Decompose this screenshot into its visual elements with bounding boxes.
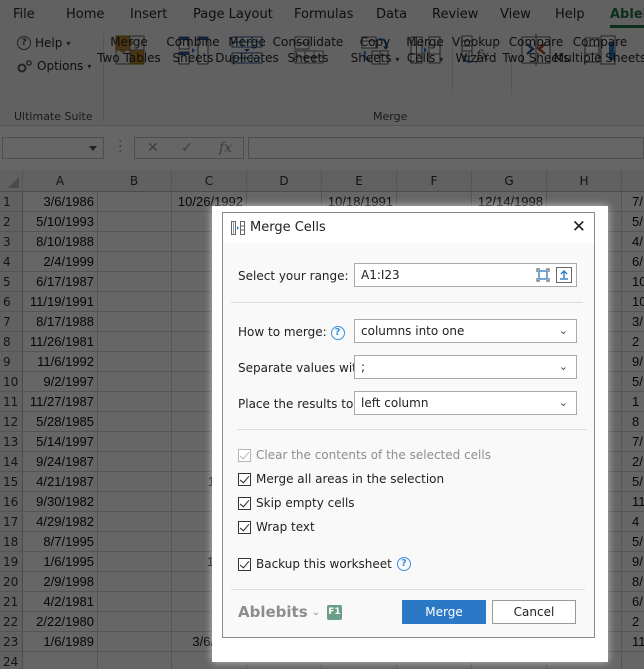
wrap-text-checkbox[interactable]: Wrap text xyxy=(238,519,315,535)
merge-cells-icon xyxy=(231,221,245,235)
backup-worksheet-checkbox[interactable]: Backup this worksheet ? xyxy=(238,556,411,572)
f1-help-icon[interactable]: F1 xyxy=(327,605,342,620)
ablebits-menu[interactable]: Ablebits ⌄ xyxy=(238,603,320,621)
help-icon[interactable]: ? xyxy=(396,557,411,571)
how-to-merge-label: How to merge: ? xyxy=(238,325,345,340)
checkbox-checked[interactable] xyxy=(238,557,251,571)
dialog-title: Merge Cells xyxy=(250,220,326,235)
help-icon[interactable]: ? xyxy=(330,325,345,340)
separator-label: Separate values with: xyxy=(238,361,369,375)
checkbox-checked[interactable] xyxy=(238,472,251,486)
select-range-icon[interactable] xyxy=(536,268,550,282)
excel-window: File Home Insert Page Layout Formulas Da… xyxy=(0,0,644,669)
place-results-label: Place the results to: xyxy=(238,397,358,411)
separator-value: ; xyxy=(361,360,366,374)
skip-empty-cells-checkbox[interactable]: Skip empty cells xyxy=(238,495,355,511)
how-to-merge-dropdown[interactable]: columns into one ⌄ xyxy=(354,319,577,343)
merge-button[interactable]: Merge xyxy=(402,600,486,624)
how-to-merge-value: columns into one xyxy=(361,324,465,338)
chevron-down-icon: ⌄ xyxy=(558,396,568,409)
cancel-button[interactable]: Cancel xyxy=(492,600,576,624)
clear-contents-checkbox[interactable]: Clear the contents of the selected cells xyxy=(238,447,491,463)
ablebits-logo: Ablebits xyxy=(238,603,308,621)
chevron-down-icon: ⌄ xyxy=(558,324,568,337)
place-results-value: left column xyxy=(361,396,429,410)
close-icon[interactable]: ✕ xyxy=(572,218,586,236)
place-results-dropdown[interactable]: left column ⌄ xyxy=(354,391,577,415)
divider xyxy=(237,429,587,430)
chevron-down-icon: ⌄ xyxy=(558,360,568,373)
range-label: Select your range: xyxy=(238,269,349,283)
dialog-title-bar[interactable]: Merge Cells ✕ xyxy=(223,213,594,243)
separator-dropdown[interactable]: ; ⌄ xyxy=(354,355,577,379)
chevron-down-icon: ⌄ xyxy=(311,606,321,618)
checkbox-checked-disabled[interactable] xyxy=(238,448,251,462)
checkbox-checked[interactable] xyxy=(238,496,251,510)
checkbox-checked[interactable] xyxy=(238,520,251,534)
range-value: A1:I23 xyxy=(361,268,400,282)
divider xyxy=(231,589,585,590)
merge-cells-dialog: Merge Cells ✕ Select your range: A1:I23 … xyxy=(222,212,595,638)
expand-selection-icon[interactable] xyxy=(556,267,572,283)
divider xyxy=(231,302,583,303)
merge-all-areas-checkbox[interactable]: Merge all areas in the selection xyxy=(238,471,444,487)
range-input[interactable]: A1:I23 xyxy=(354,263,577,287)
